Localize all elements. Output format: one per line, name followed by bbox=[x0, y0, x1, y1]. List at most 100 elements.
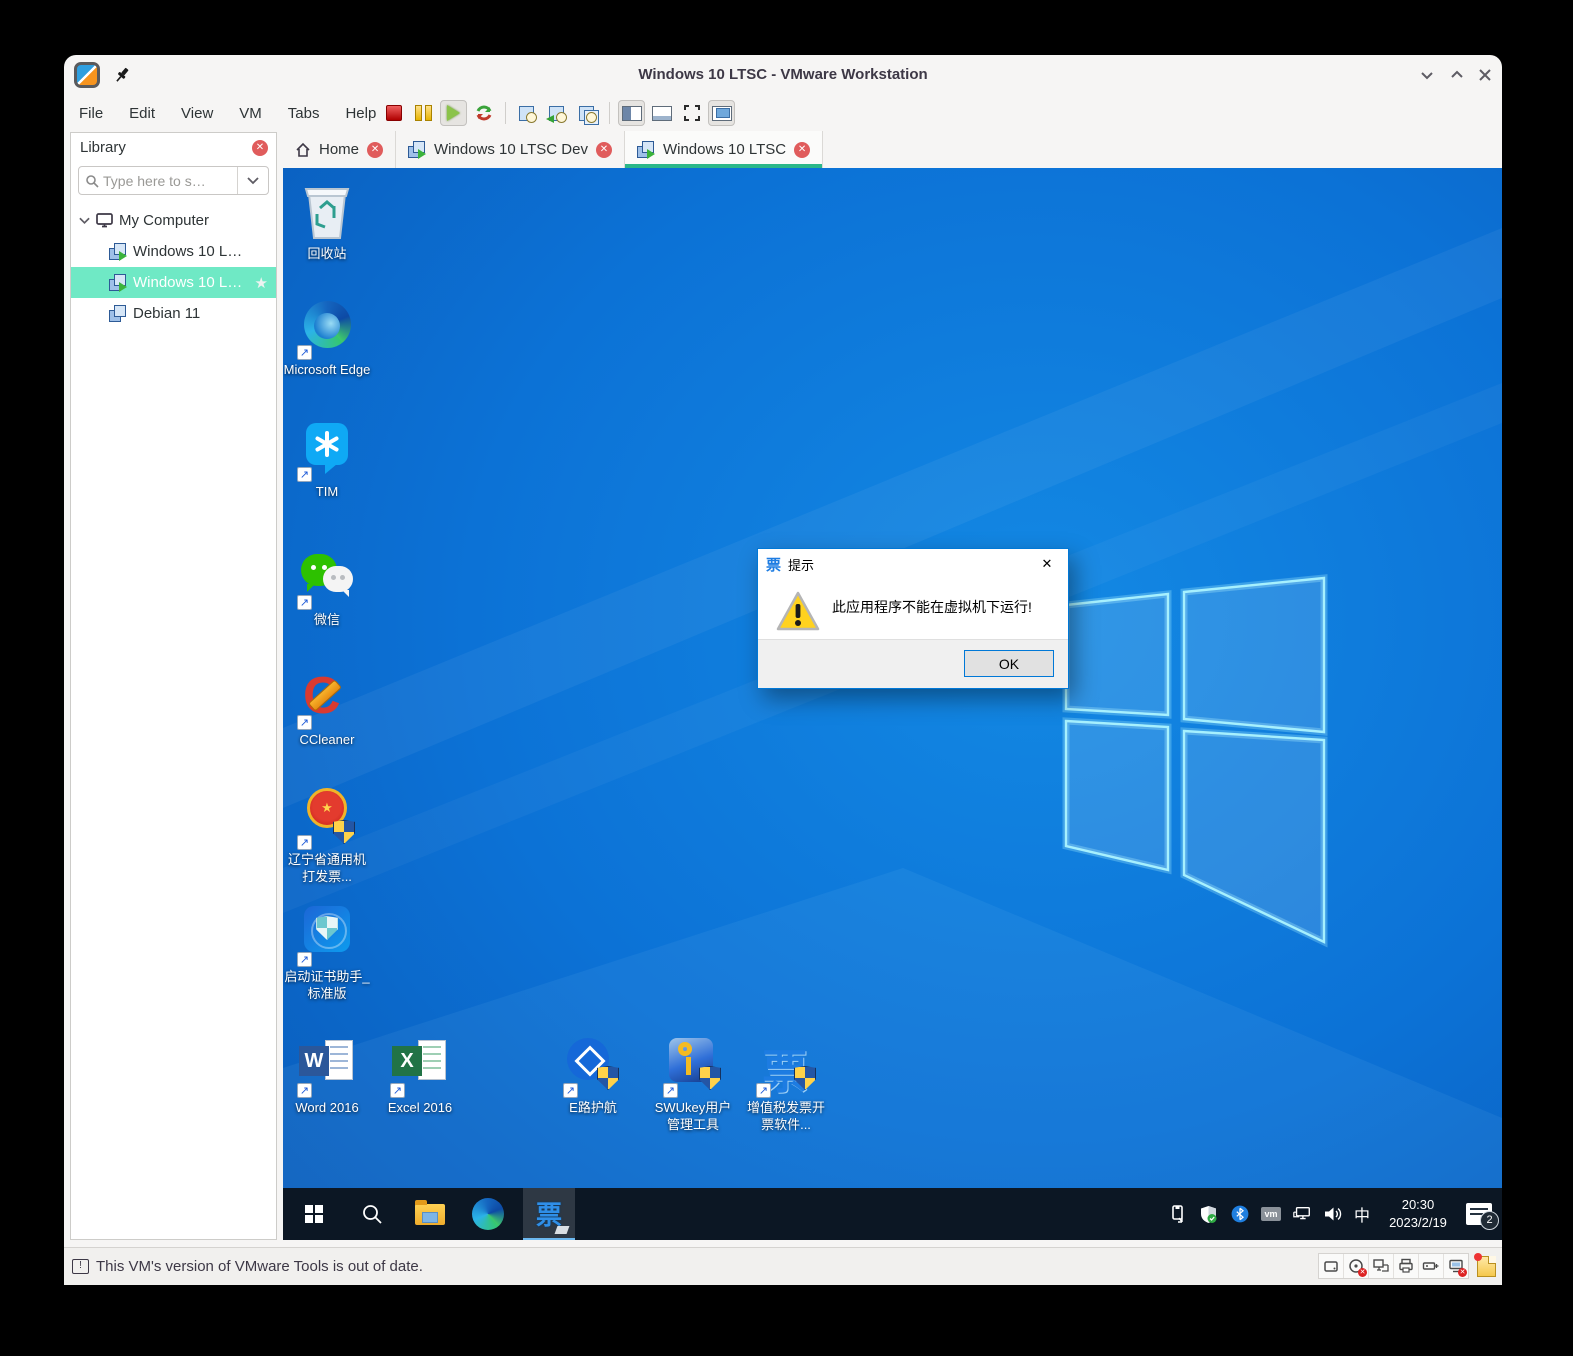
status-message-area[interactable]: ! This VM's version of VMware Tools is o… bbox=[72, 1248, 423, 1285]
edge-taskbar-button[interactable] bbox=[465, 1188, 511, 1240]
dialog-close-icon[interactable]: ✕ bbox=[1026, 549, 1068, 579]
tree-item-label: Windows 10 L… bbox=[133, 243, 243, 260]
tree-item-label: My Computer bbox=[119, 212, 210, 229]
ok-button[interactable]: OK bbox=[964, 650, 1054, 677]
desktop-icon-elu-huhang[interactable]: ↗ E路护航 bbox=[549, 1034, 637, 1117]
tree-item-my-computer[interactable]: My Computer bbox=[71, 205, 276, 236]
menu-edit[interactable]: Edit bbox=[116, 99, 168, 128]
tree-item-windows-10-ltsc-dev[interactable]: Windows 10 L… bbox=[71, 236, 276, 267]
toolbar-separator bbox=[505, 102, 506, 124]
unity-mode-button[interactable] bbox=[708, 100, 735, 126]
tab-home[interactable]: Home ✕ bbox=[283, 131, 397, 168]
usb-status-icon[interactable] bbox=[1419, 1254, 1444, 1278]
snapshot-manager-button[interactable] bbox=[574, 100, 601, 126]
show-consoles-button[interactable] bbox=[648, 100, 675, 126]
revert-snapshot-button[interactable] bbox=[544, 100, 571, 126]
tree-item-windows-10-ltsc-selected[interactable]: Windows 10 L… ★ bbox=[71, 267, 276, 298]
windows-security-icon[interactable] bbox=[1199, 1204, 1219, 1224]
word-icon[interactable]: W ↗ bbox=[295, 1034, 359, 1098]
swukey-icon[interactable]: ↗ bbox=[661, 1034, 725, 1098]
shortcut-arrow-icon: ↗ bbox=[756, 1083, 771, 1098]
desktop-icon-cert-helper[interactable]: ↗ 启动证书助手_标准版 bbox=[283, 903, 371, 1003]
tim-icon[interactable]: ↗ bbox=[295, 418, 359, 482]
desktop-icon-recycle-bin[interactable]: 回收站 bbox=[283, 180, 371, 263]
suspend-button[interactable] bbox=[410, 100, 437, 126]
excel-icon[interactable]: X ↗ bbox=[388, 1034, 452, 1098]
computer-icon bbox=[96, 213, 113, 228]
tab-windows-10-ltsc-dev[interactable]: Windows 10 LTSC Dev ✕ bbox=[396, 131, 625, 168]
close-button[interactable] bbox=[1474, 64, 1496, 86]
harddisk-status-icon[interactable] bbox=[1319, 1254, 1344, 1278]
desktop-icon-word-2016[interactable]: W ↗ Word 2016 bbox=[283, 1034, 371, 1117]
dialog-title-bar[interactable]: 票 提示 ✕ bbox=[758, 549, 1068, 579]
recycle-bin-icon[interactable] bbox=[295, 180, 359, 244]
menu-file[interactable]: File bbox=[66, 99, 116, 128]
vmware-tray-icon[interactable]: vm bbox=[1260, 1207, 1281, 1221]
elu-huhang-icon[interactable]: ↗ bbox=[561, 1034, 625, 1098]
fullscreen-button[interactable] bbox=[678, 100, 705, 126]
edge-icon[interactable]: ↗ bbox=[295, 296, 359, 360]
taskbar-search-button[interactable] bbox=[349, 1188, 395, 1240]
tax-emblem-icon[interactable]: ★ ↗ bbox=[295, 786, 359, 850]
desktop-icon-tim[interactable]: ↗ TIM bbox=[283, 418, 371, 501]
start-button[interactable] bbox=[291, 1188, 337, 1240]
action-center-icon[interactable]: 2 bbox=[1466, 1203, 1499, 1230]
toolbar bbox=[380, 97, 735, 129]
minimize-button[interactable] bbox=[1416, 64, 1438, 86]
disconnected-badge: ✕ bbox=[1358, 1268, 1367, 1277]
vat-invoice-icon[interactable]: 票 ↗ bbox=[754, 1034, 818, 1098]
library-close-icon[interactable]: ✕ bbox=[252, 140, 268, 156]
library-search[interactable] bbox=[78, 166, 269, 195]
desktop-icon-microsoft-edge[interactable]: ↗ Microsoft Edge bbox=[283, 296, 371, 379]
desktop-icon-excel-2016[interactable]: X ↗ Excel 2016 bbox=[376, 1034, 464, 1117]
invoice-app-taskbar-button[interactable]: 票 bbox=[523, 1188, 575, 1240]
wechat-icon[interactable]: ↗ bbox=[295, 546, 359, 610]
bluetooth-icon[interactable] bbox=[1230, 1204, 1250, 1224]
uac-shield-icon bbox=[699, 1066, 721, 1090]
file-explorer-button[interactable] bbox=[407, 1188, 453, 1240]
vm-screen[interactable]: 回收站 ↗ Microsoft Edge ↗ TIM ↗ 微信 C bbox=[283, 168, 1502, 1240]
title-bar[interactable]: Windows 10 LTSC - VMware Workstation bbox=[64, 55, 1502, 95]
menu-vm[interactable]: VM bbox=[226, 99, 275, 128]
sound-status-icon[interactable]: ✕ bbox=[1444, 1254, 1468, 1278]
warning-icon bbox=[776, 591, 820, 631]
menu-view[interactable]: View bbox=[168, 99, 226, 128]
reset-button[interactable] bbox=[470, 100, 497, 126]
maximize-button[interactable] bbox=[1446, 64, 1468, 86]
desktop-icon-ccleaner[interactable]: C ↗ CCleaner bbox=[283, 666, 371, 749]
cdrom-status-icon[interactable]: ✕ bbox=[1344, 1254, 1369, 1278]
tray-clock[interactable]: 20:30 2023/2/19 bbox=[1381, 1196, 1455, 1231]
network-icon[interactable] bbox=[1292, 1204, 1312, 1224]
search-input[interactable] bbox=[99, 172, 237, 189]
power-off-button[interactable] bbox=[380, 100, 407, 126]
take-snapshot-button[interactable] bbox=[514, 100, 541, 126]
show-library-button[interactable] bbox=[618, 100, 645, 126]
desktop-icon-swukey[interactable]: ↗ SWUkey用户管理工具 bbox=[649, 1034, 737, 1134]
tree-item-debian-11[interactable]: Debian 11 bbox=[71, 298, 276, 329]
device-status-group: ✕ ✕ bbox=[1318, 1253, 1469, 1279]
search-dropdown-button[interactable] bbox=[237, 167, 268, 194]
volume-icon[interactable] bbox=[1323, 1204, 1343, 1224]
desktop-icon-vat-invoice-software[interactable]: 票 ↗ 增值税发票开票软件... bbox=[742, 1034, 830, 1134]
power-on-button[interactable] bbox=[440, 100, 467, 126]
favorite-star-icon[interactable]: ★ bbox=[255, 274, 268, 292]
certificate-helper-icon[interactable]: ↗ bbox=[295, 903, 359, 967]
vm-icon bbox=[408, 141, 427, 159]
tab-close-icon[interactable]: ✕ bbox=[595, 141, 612, 158]
desktop-icon-label: 启动证书助手_标准版 bbox=[284, 969, 370, 1001]
ccleaner-icon[interactable]: C ↗ bbox=[295, 666, 359, 730]
network-status-icon[interactable] bbox=[1369, 1254, 1394, 1278]
ime-indicator[interactable]: 中 bbox=[1354, 1202, 1370, 1226]
tab-close-icon[interactable]: ✕ bbox=[367, 141, 384, 158]
fullscreen-icon bbox=[683, 105, 700, 121]
desktop-icon-label: CCleaner bbox=[299, 732, 355, 747]
desktop-icon-liaoning-invoice[interactable]: ★ ↗ 辽宁省通用机打发票... bbox=[283, 786, 371, 886]
desktop-icon-wechat[interactable]: ↗ 微信 bbox=[283, 546, 371, 629]
message-log-icon[interactable] bbox=[1474, 1252, 1496, 1277]
chevron-down-icon[interactable] bbox=[79, 217, 90, 225]
printer-status-icon[interactable] bbox=[1394, 1254, 1419, 1278]
menu-tabs[interactable]: Tabs bbox=[275, 99, 333, 128]
tab-windows-10-ltsc[interactable]: Windows 10 LTSC ✕ bbox=[624, 131, 824, 168]
tab-close-icon[interactable]: ✕ bbox=[794, 141, 811, 158]
usb-tray-icon[interactable] bbox=[1168, 1204, 1188, 1224]
